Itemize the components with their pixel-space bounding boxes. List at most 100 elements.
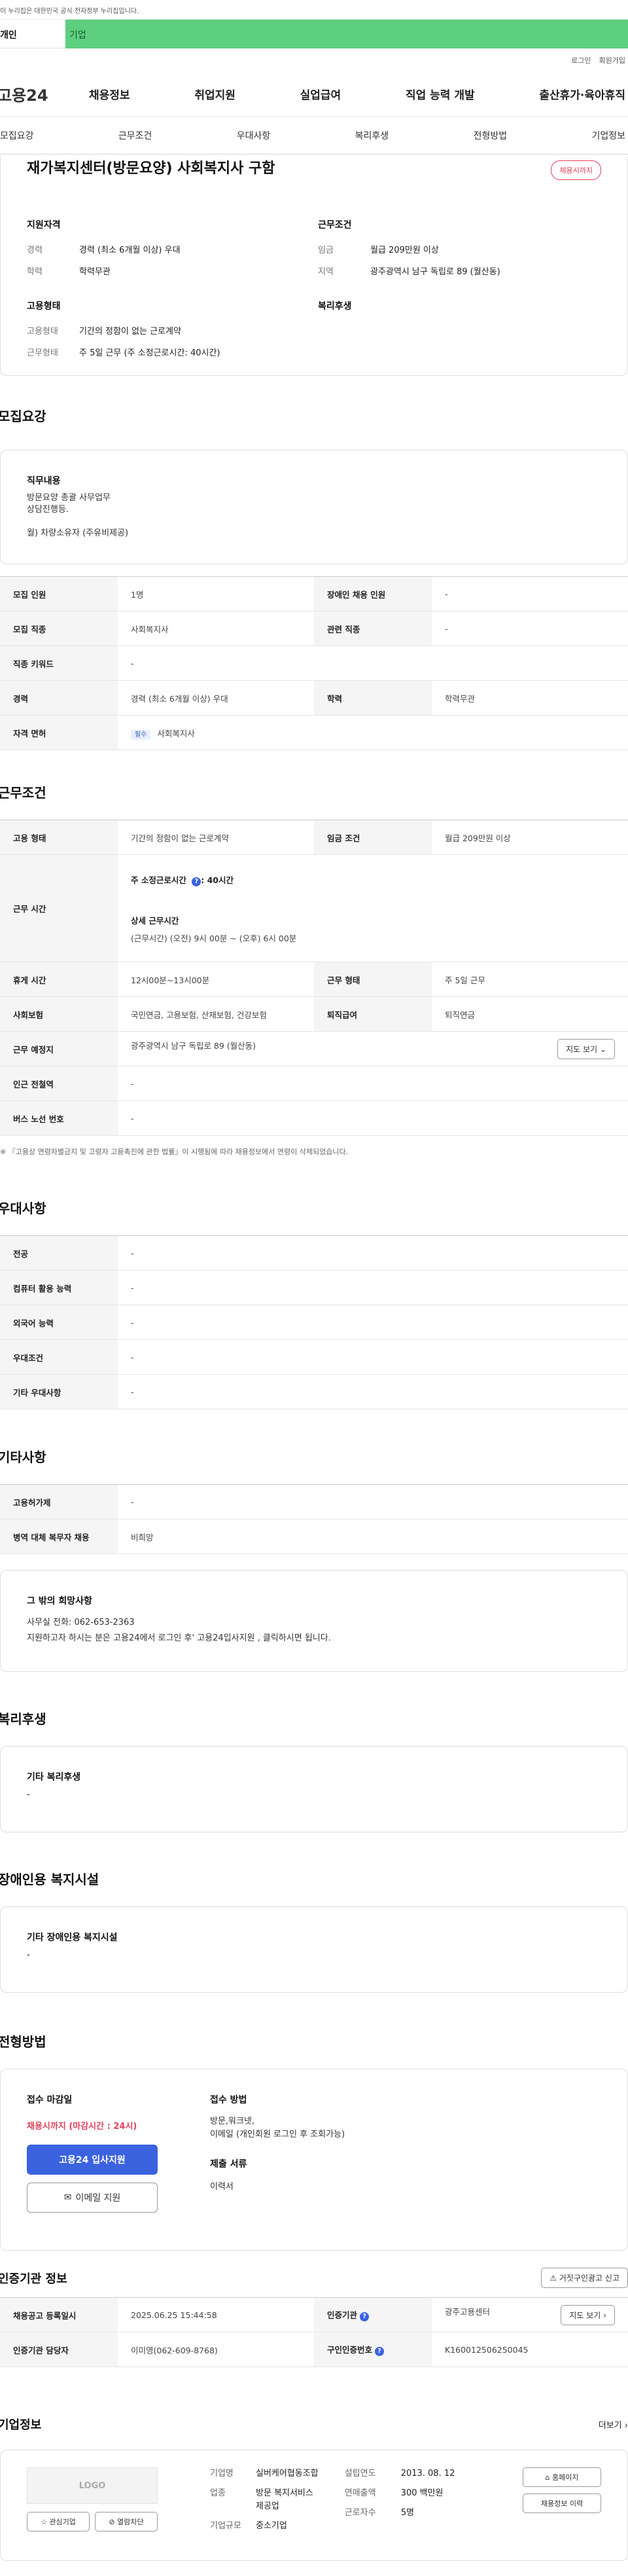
anchor-welfare[interactable]: 복리후생 (355, 129, 389, 142)
fav-label: 관심기업 (49, 2518, 76, 2526)
duty-line: 월) 차량소유자 (주유비제공) (27, 528, 129, 538)
sales-value: 300 백만원 (400, 2488, 444, 2498)
hours-week-label: 주 소정근로시간 (131, 875, 186, 885)
emptype-value: 기간의 정함이 없는 근로계약 (79, 327, 181, 336)
block-button[interactable]: ⊘ 열람차단 (95, 2512, 158, 2531)
tab-individual[interactable]: 개인 (0, 20, 65, 48)
anchor-nav: 모집요강 근무조건 우대사항 복리후생 전형방법 기업정보 (0, 117, 628, 154)
wage-key: 임금 (318, 245, 334, 255)
info-icon[interactable]: ? (360, 2312, 370, 2321)
recruit-heading: 모집요강 (0, 408, 46, 424)
map-button[interactable]: 지도 보기 ⌄ (557, 1038, 615, 1059)
deadline-col: 접수 마감일 채용시까지 (마감시간 : 24시) 고용24 입사지원 ✉ 이메일… (27, 2093, 210, 2226)
cond-heading: 근무조건 (318, 220, 352, 230)
required-tag: 필수 (131, 729, 151, 740)
table-row: 외국어 능력 - (0, 1305, 628, 1340)
table-row: 고용 형태 기간의 정함이 없는 근로계약 임금 조건 월급 209만원 이상 (0, 820, 628, 855)
selection-heading: 전형방법 (0, 2034, 46, 2050)
etc-table: 고용허가제 - 병역 대체 복무자 채용 비희망 (0, 1484, 628, 1554)
gnb-item-training[interactable]: 직업 능력 개발 (406, 86, 475, 102)
edu-key: 학력 (27, 267, 43, 277)
chevron-down-icon: ⌄ (599, 1044, 606, 1054)
block-icon: ⊘ (109, 2518, 115, 2526)
table-row: 경력 경력 (최소 6개월 이상) 우대 학력 학력무관 (0, 680, 628, 716)
name-key: 기업명 (210, 2469, 234, 2478)
top-tabs: 개인 기업 (0, 20, 628, 48)
region-key: 지역 (318, 267, 334, 277)
global-nav: 고용24 채용정보 취업지원 실업급여 직업 능력 개발 출산휴가·육아휴직 (0, 72, 628, 117)
biz-value: 방문 복지서비스 (256, 2488, 313, 2498)
gnb-item-jobs[interactable]: 채용정보 (89, 86, 130, 102)
table-row: 인증기관 담당자 이미영(062-609-8768) 구인인증번호? K1600… (0, 2332, 628, 2367)
block-label: 열람차단 (117, 2518, 144, 2526)
certno-key: 구인인증번호? (314, 2332, 432, 2367)
agency-map-button[interactable]: 지도 보기 › (561, 2304, 615, 2325)
agency-section: 인증기관 정보 ⚠ 거짓구인광고 신고 채용공고 등록일시 2025.06.25… (0, 2268, 628, 2367)
table-row: 휴게 시간 12시00분~13시00분 근무 형태 주 5일 근무 (0, 962, 628, 997)
more-label: 더보기 (598, 2420, 622, 2431)
email-apply-label: 이메일 지원 (75, 2193, 121, 2204)
hours-week-value: : 40시간 (201, 875, 234, 885)
fav-company-button[interactable]: ☆ 관심기업 (27, 2512, 90, 2531)
gnb-item-unemployment[interactable]: 실업급여 (300, 86, 341, 102)
table-row: 자격 면허 필수 사회복지사 (0, 715, 628, 750)
career-value: 경력 (최소 6개월 이상) 우대 (79, 245, 181, 255)
login-link[interactable]: 로그인 (571, 55, 591, 65)
site-logo[interactable]: 고용24 (0, 82, 89, 105)
disabled-key: 장애인 채용 인원 (314, 576, 432, 611)
gnb-menu: 채용정보 취업지원 실업급여 직업 능력 개발 출산휴가·육아휴직 (89, 86, 628, 102)
more-link[interactable]: 더보기 › (599, 2418, 628, 2431)
biz-key: 업종 (210, 2488, 226, 2498)
company-section: 기업정보 더보기 › LOGO ☆ 관심기업 ⊘ 열람차단 기업명 실버케어협동조… (0, 2416, 628, 2561)
license-value: 사회복지사 (157, 728, 195, 738)
method-content: 방문,워크넷, 이메일 (개인회원 로그인 후 조회가능) (210, 2115, 345, 2141)
info-icon[interactable]: ? (192, 877, 201, 886)
size-key: 기업규모 (210, 2521, 241, 2531)
report-button-label: 거짓구인광고 신고 (559, 2274, 619, 2283)
welfare-value: - (27, 1790, 30, 1800)
anchor-preferred[interactable]: 우대사항 (237, 129, 271, 142)
company-logo-col: LOGO ☆ 관심기업 ⊘ 열람차단 (27, 2467, 158, 2543)
hours-detail-value: (근무시간) (오전) 9시 00분 ~ (오후) 6시 00분 (131, 933, 297, 943)
docs-value: 이력서 (210, 2182, 234, 2192)
preferred-cond-key: 우대조건 (0, 1339, 118, 1375)
agency-heading: 인증기관 정보 (0, 2272, 67, 2286)
disabled-value: - (432, 576, 628, 611)
homepage-button[interactable]: ⌂ 홈페이지 (523, 2467, 601, 2487)
anchor-recruit[interactable]: 모집요강 (0, 129, 34, 142)
tab-business[interactable]: 기업 (65, 20, 628, 48)
agency-table: 채용공고 등록일시 2025.06.25 15:44:58 인증기관? 광주고용… (0, 2297, 628, 2367)
gnb-item-leave[interactable]: 출산휴가·육아휴직 (539, 86, 625, 102)
place-value: 광주광역시 남구 독립로 89 (월산동) (131, 1040, 256, 1051)
anchor-conditions[interactable]: 근무조건 (118, 129, 152, 142)
keyword-value: - (118, 645, 628, 681)
biz-value-2: 제공업 (256, 2501, 279, 2511)
info-icon[interactable]: ? (375, 2347, 385, 2356)
keyword-key: 직종 키워드 (0, 645, 118, 681)
agency-key: 인증기관? (314, 2297, 432, 2332)
report-button[interactable]: ⚠ 거짓구인광고 신고 (541, 2268, 628, 2288)
manager-value: 이미영(062-609-8768) (118, 2332, 314, 2367)
career-value: 경력 (최소 6개월 이상) 우대 (118, 680, 314, 716)
email-apply-button[interactable]: ✉ 이메일 지원 (27, 2183, 158, 2213)
emptype-value: 기간의 정함이 없는 근로계약 (118, 820, 314, 855)
alarm-icon: ⚠ (550, 2274, 557, 2283)
anchor-selection[interactable]: 전형방법 (474, 129, 508, 142)
founded-key: 설립연도 (344, 2469, 376, 2478)
status-badge: 채용시까지 (551, 160, 601, 180)
other-line: 사무실 전화: 062-653-2363 (27, 1618, 135, 1627)
agency-value: 광주고용센터 (445, 2306, 491, 2317)
anchor-company[interactable]: 기업정보 (591, 129, 625, 142)
company-box: LOGO ☆ 관심기업 ⊘ 열람차단 기업명 실버케어협동조합 업종 방문 복지서비… (0, 2450, 628, 2561)
join-link[interactable]: 회원가입 (599, 55, 625, 65)
gnb-item-support[interactable]: 취업지원 (194, 86, 236, 102)
disability-section: 장애인용 복지시설 기타 장애인용 복지시설 - (0, 1869, 628, 1993)
other-heading: 그 밖의 희망사항 (27, 1596, 92, 1606)
break-value: 12시00분~13시00분 (118, 962, 314, 997)
apply-button[interactable]: 고용24 입사지원 (27, 2145, 158, 2175)
conditions-section: 근무조건 고용 형태 기간의 정함이 없는 근로계약 임금 조건 월급 209만… (0, 782, 628, 1157)
reg-key: 채용공고 등록일시 (0, 2297, 118, 2332)
history-button[interactable]: 채용정보 이력 (523, 2494, 601, 2513)
license-value-cell: 필수 사회복지사 (118, 715, 628, 750)
preferred-etc-key: 기타 우대사항 (0, 1374, 118, 1409)
